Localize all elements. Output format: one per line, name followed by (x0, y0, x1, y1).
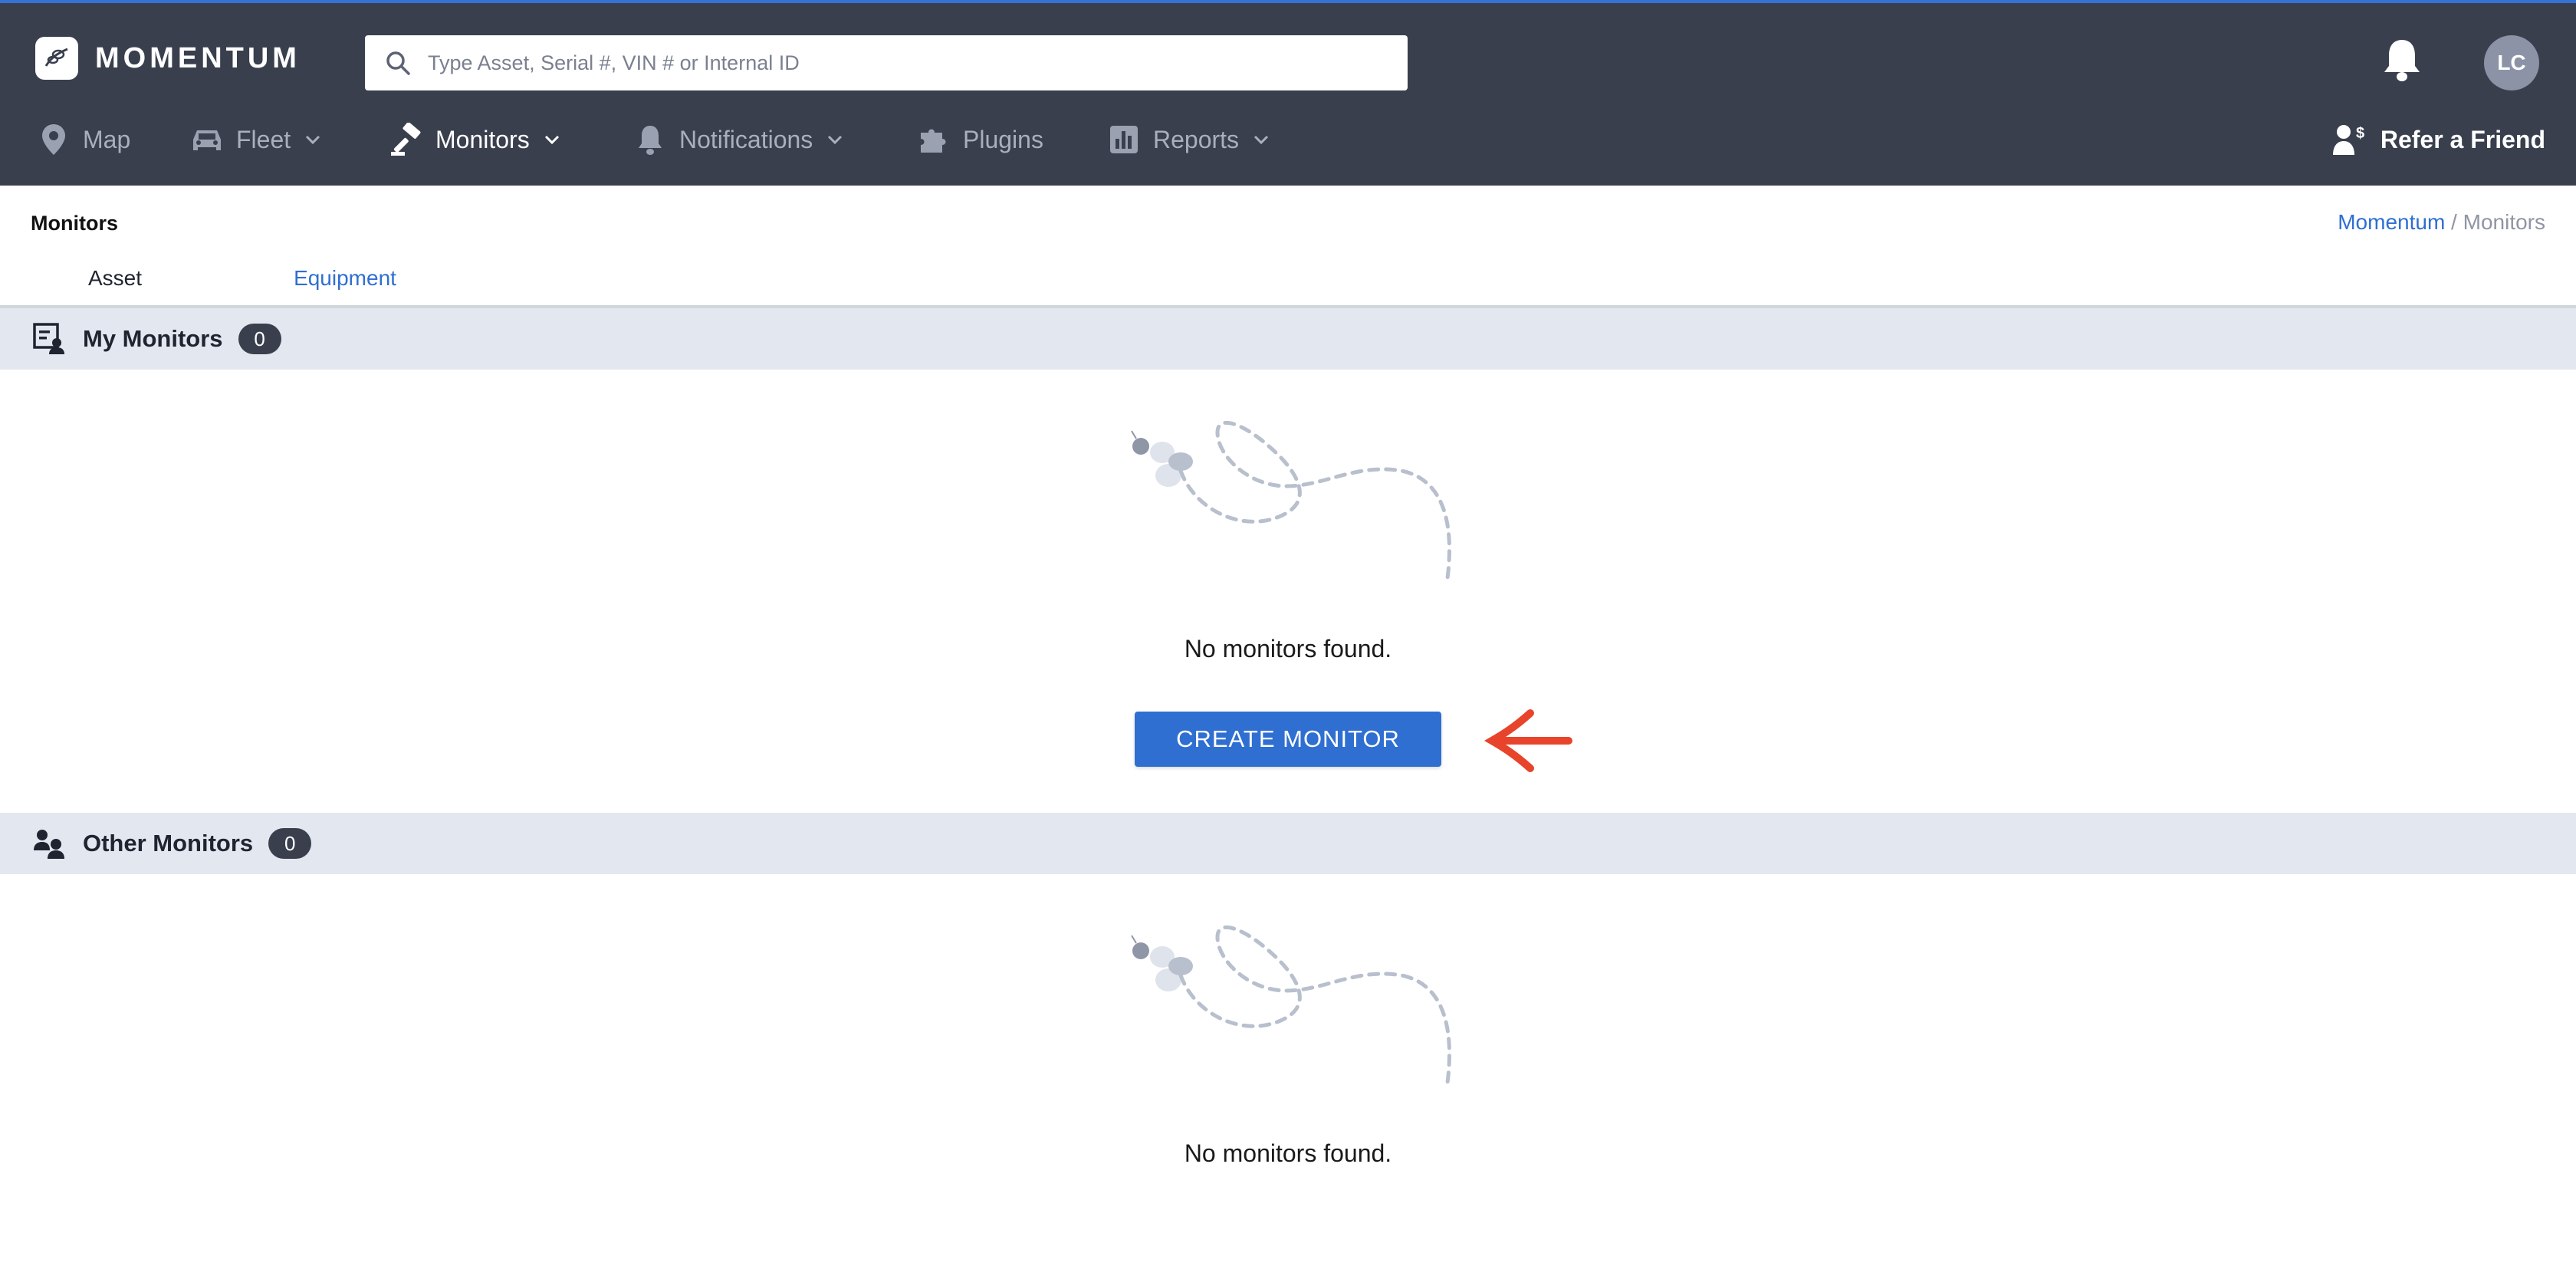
user-dollar-icon: $ (2332, 125, 2364, 155)
nav-monitors[interactable]: Monitors (389, 118, 560, 161)
bell-icon (633, 123, 667, 156)
other-monitors-header: Other Monitors 0 (0, 813, 2576, 874)
nav-map-label: Map (83, 125, 131, 153)
tab-asset[interactable]: Asset (31, 248, 199, 308)
other-monitors-count-badge: 0 (268, 828, 312, 859)
nav-fleet[interactable]: Fleet (190, 118, 321, 161)
chevron-down-icon (1254, 135, 1269, 145)
my-monitors-header: My Monitors 0 (0, 308, 2576, 370)
nav-reports[interactable]: Reports (1107, 118, 1270, 161)
chevron-down-icon (306, 135, 320, 145)
svg-text:$: $ (2356, 125, 2364, 142)
bee-empty-illustration (1131, 925, 1451, 1085)
refer-label: Refer a Friend (2380, 125, 2545, 153)
bee-empty-illustration (1131, 420, 1451, 580)
bar-chart-icon (1107, 123, 1141, 156)
user-avatar[interactable]: LC (2484, 35, 2539, 90)
user-group-icon (32, 827, 66, 860)
nav-map[interactable]: Map (37, 118, 130, 161)
nav-monitors-label: Monitors (435, 125, 530, 153)
top-header: MOMENTUM LC Map Fleet (0, 0, 2576, 186)
annotation-arrow-icon (1484, 709, 1572, 772)
main-nav: Map Fleet Monitors Notifications Plugins… (0, 118, 2576, 161)
breadcrumb-current: Monitors (2463, 210, 2545, 234)
other-monitors-title: Other Monitors (83, 830, 254, 857)
tab-equipment[interactable]: Equipment (230, 248, 460, 311)
nav-notifications[interactable]: Notifications (633, 118, 843, 161)
nav-fleet-label: Fleet (236, 125, 291, 153)
nav-plugins[interactable]: Plugins (917, 118, 1043, 161)
nav-notifications-label: Notifications (679, 125, 813, 153)
puzzle-icon (917, 123, 951, 156)
my-monitors-count-badge: 0 (238, 324, 281, 354)
chevron-down-icon (828, 135, 843, 145)
search-input[interactable] (428, 51, 1348, 75)
chevron-down-icon (544, 135, 559, 145)
map-pin-icon (37, 123, 71, 156)
refer-a-friend-link[interactable]: $ Refer a Friend (2331, 118, 2545, 161)
notifications-bell-icon[interactable] (2381, 37, 2423, 84)
breadcrumb-root-link[interactable]: Momentum (2338, 210, 2445, 234)
momentum-logo-icon (35, 37, 78, 80)
page-title: Monitors (31, 212, 118, 235)
car-icon (190, 123, 224, 156)
other-monitors-empty-text: No monitors found. (1184, 1139, 1392, 1167)
my-monitors-title: My Monitors (83, 325, 223, 352)
brand-logo[interactable]: MOMENTUM (35, 37, 301, 80)
search-icon (386, 51, 410, 75)
nav-plugins-label: Plugins (963, 125, 1043, 153)
global-search[interactable] (365, 35, 1408, 90)
my-monitors-icon (32, 322, 66, 356)
breadcrumb-separator: / (2445, 210, 2463, 234)
monitor-tabs: Asset Equipment (0, 248, 2576, 311)
brand-name: MOMENTUM (95, 41, 301, 74)
my-monitors-empty-text: No monitors found. (1184, 635, 1392, 663)
breadcrumb: Momentum / Monitors (2338, 210, 2545, 235)
gavel-icon (389, 123, 423, 156)
nav-reports-label: Reports (1153, 125, 1240, 153)
create-monitor-button[interactable]: CREATE MONITOR (1135, 712, 1441, 767)
